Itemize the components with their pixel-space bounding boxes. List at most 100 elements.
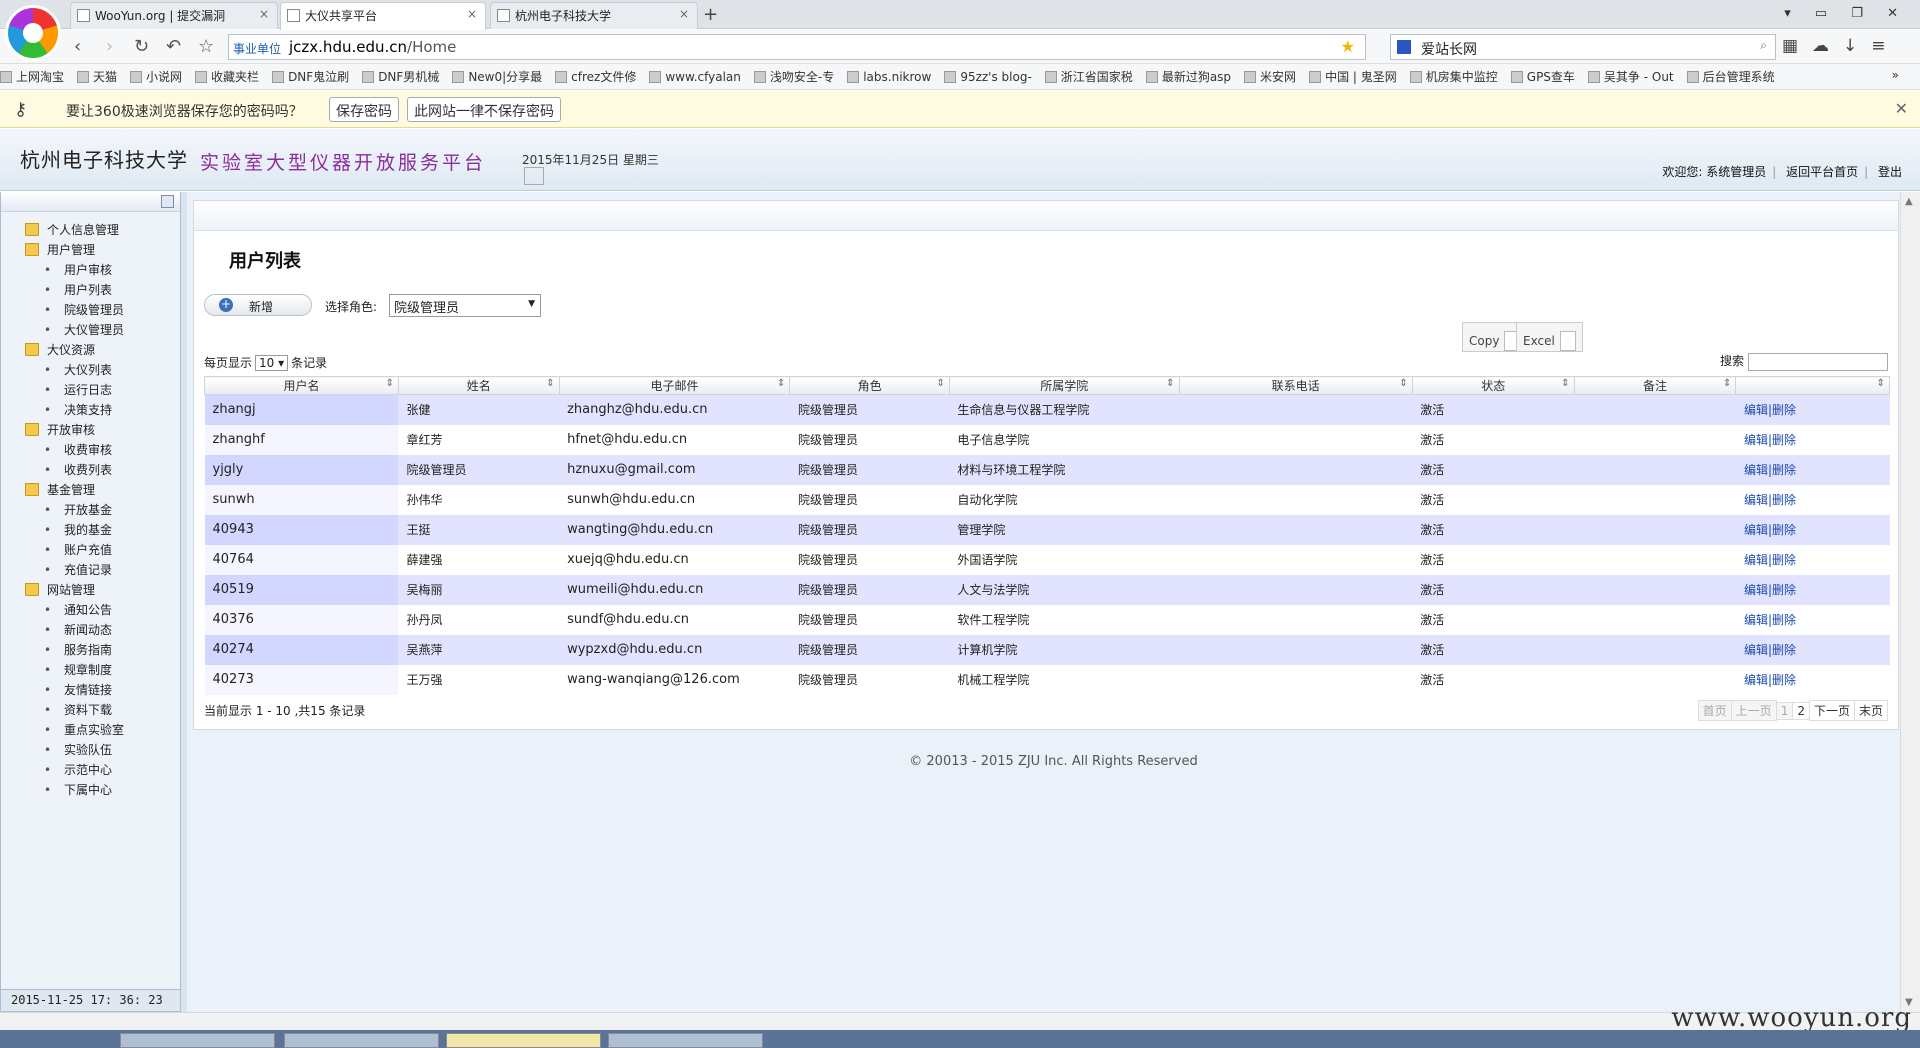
tab-wooyun[interactable]: WooYun.org | 提交漏洞 × bbox=[70, 2, 278, 29]
sidebar-item[interactable]: 开放基金 bbox=[1, 500, 180, 520]
role-select[interactable]: 院级管理员 ▼ bbox=[389, 294, 541, 317]
sidebar-item[interactable]: 用户列表 bbox=[1, 280, 180, 300]
bookmark-star-icon[interactable]: ★ bbox=[1341, 37, 1355, 56]
toolbar-icons[interactable]: ▦☁↓≡ bbox=[1782, 36, 1900, 56]
bookmark-item[interactable]: cfrez文件修 bbox=[555, 68, 636, 85]
row-actions[interactable]: 编辑|删除 bbox=[1735, 424, 1890, 455]
new-tab-button[interactable]: + bbox=[703, 4, 718, 25]
column-header[interactable]: 状态 bbox=[1411, 376, 1575, 395]
bookmark-item[interactable]: www.cfyalan bbox=[649, 70, 741, 84]
taskbar-item[interactable] bbox=[120, 1033, 275, 1048]
url-input[interactable]: 事业单位 jczx.hdu.edu.cn/Home ★ bbox=[228, 34, 1366, 60]
pager-button[interactable]: 首页 bbox=[1697, 700, 1732, 721]
add-button[interactable]: + 新增 bbox=[204, 294, 312, 316]
logout-link[interactable]: 登出 bbox=[1878, 165, 1902, 179]
browser-logo-icon[interactable] bbox=[8, 8, 58, 58]
sidebar-group[interactable]: 大仪资源 bbox=[1, 340, 180, 360]
sidebar-item[interactable]: 示范中心 bbox=[1, 760, 180, 780]
horizontal-scrollbar[interactable] bbox=[0, 1012, 1920, 1030]
row-actions[interactable]: 编辑|删除 bbox=[1735, 484, 1890, 515]
vertical-scrollbar[interactable]: ▲ ▼ bbox=[1900, 192, 1920, 1012]
bookmark-item[interactable]: 中国 | 鬼圣网 bbox=[1309, 68, 1397, 85]
row-actions[interactable]: 编辑|删除 bbox=[1735, 394, 1890, 425]
bookmark-item[interactable]: 后台管理系统 bbox=[1686, 68, 1775, 85]
bookmark-item[interactable]: 95zz's blog- bbox=[944, 70, 1032, 84]
bookmark-item[interactable]: 最新过狗asp bbox=[1145, 68, 1231, 85]
sidebar-item[interactable]: 运行日志 bbox=[1, 380, 180, 400]
bookmark-item[interactable]: 收藏夹栏 bbox=[195, 68, 259, 85]
column-header[interactable]: 角色 bbox=[789, 376, 950, 395]
column-header[interactable]: 用户名 bbox=[204, 376, 399, 395]
favorite-icon[interactable]: ☆ bbox=[198, 36, 214, 57]
sidebar-item[interactable]: 新闻动态 bbox=[1, 620, 180, 640]
sidebar-item[interactable]: 下属中心 bbox=[1, 780, 180, 800]
bookmark-item[interactable]: 吴其争 - Out bbox=[1587, 68, 1674, 85]
sidebar-item[interactable]: 通知公告 bbox=[1, 600, 180, 620]
bookmark-item[interactable]: labs.nikrow bbox=[847, 70, 931, 84]
column-header[interactable]: 所属学院 bbox=[948, 376, 1180, 395]
more-bookmarks-icon[interactable]: » bbox=[1892, 68, 1899, 82]
bookmark-item[interactable]: DNF男机械 bbox=[362, 68, 439, 85]
close-icon[interactable]: × bbox=[259, 7, 269, 21]
row-actions[interactable]: 编辑|删除 bbox=[1735, 514, 1890, 545]
reload-icon[interactable]: ↻ bbox=[134, 36, 149, 57]
search-input[interactable]: 爱站长网 ⌕ bbox=[1390, 34, 1776, 60]
sidebar-item[interactable]: 我的基金 bbox=[1, 520, 180, 540]
close-icon[interactable]: × bbox=[467, 7, 477, 21]
sidebar-item[interactable]: 决策支持 bbox=[1, 400, 180, 420]
pager-button[interactable]: 末页 bbox=[1853, 700, 1888, 721]
bookmark-item[interactable]: GPS查车 bbox=[1510, 68, 1575, 85]
bookmark-item[interactable]: 米安网 bbox=[1244, 68, 1296, 85]
column-header[interactable]: 联系电话 bbox=[1178, 376, 1413, 395]
sidebar-group[interactable]: 网站管理 bbox=[1, 580, 180, 600]
row-actions[interactable]: 编辑|删除 bbox=[1735, 664, 1890, 695]
sidebar-group[interactable]: 开放审核 bbox=[1, 420, 180, 440]
bookmark-item[interactable]: 浙江省国家税 bbox=[1044, 68, 1133, 85]
sidebar-item[interactable]: 服务指南 bbox=[1, 640, 180, 660]
collapse-icon[interactable] bbox=[161, 195, 174, 208]
table-search-input[interactable] bbox=[1748, 352, 1888, 371]
never-save-button[interactable]: 此网站一律不保存密码 bbox=[407, 97, 561, 122]
row-actions[interactable]: 编辑|删除 bbox=[1735, 574, 1890, 605]
search-icon[interactable]: ⌕ bbox=[1760, 38, 1767, 53]
taskbar-item[interactable] bbox=[446, 1033, 601, 1048]
tab-hdu[interactable]: 杭州电子科技大学 × bbox=[490, 2, 698, 29]
column-header[interactable]: 备注 bbox=[1573, 376, 1737, 395]
pager-button[interactable]: 1 bbox=[1775, 702, 1794, 720]
bookmark-item[interactable]: 小说网 bbox=[130, 68, 182, 85]
window-controls[interactable]: ▾ ▭ ❐ ✕ bbox=[1784, 6, 1908, 21]
row-actions[interactable]: 编辑|删除 bbox=[1735, 454, 1890, 485]
forward-icon[interactable]: › bbox=[106, 36, 113, 57]
bookmark-item[interactable]: 上网淘宝 bbox=[0, 68, 64, 85]
pager-button[interactable]: 下一页 bbox=[1808, 700, 1855, 721]
sidebar-item[interactable]: 收费审核 bbox=[1, 440, 180, 460]
taskbar-item[interactable] bbox=[284, 1033, 439, 1048]
sidebar-item[interactable]: 账户充值 bbox=[1, 540, 180, 560]
pager-button[interactable]: 2 bbox=[1792, 702, 1810, 720]
bookmark-item[interactable]: DNF鬼泣刷 bbox=[272, 68, 349, 85]
close-icon[interactable]: ✕ bbox=[1895, 99, 1908, 118]
sidebar-item[interactable]: 大仪列表 bbox=[1, 360, 180, 380]
sidebar-item[interactable]: 规章制度 bbox=[1, 660, 180, 680]
row-actions[interactable]: 编辑|删除 bbox=[1735, 544, 1890, 575]
close-icon[interactable]: × bbox=[679, 7, 689, 21]
sidebar-item[interactable]: 实验队伍 bbox=[1, 740, 180, 760]
sidebar-item[interactable]: 大仪管理员 bbox=[1, 320, 180, 340]
bookmark-item[interactable]: 浅吻安全-专 bbox=[753, 68, 834, 85]
taskbar-item[interactable] bbox=[608, 1033, 763, 1048]
sidebar-item[interactable]: 资料下载 bbox=[1, 700, 180, 720]
bookmark-item[interactable]: New0|分享最 bbox=[452, 68, 542, 85]
save-password-button[interactable]: 保存密码 bbox=[329, 97, 399, 122]
column-header[interactable]: 电子邮件 bbox=[558, 376, 791, 395]
sidebar-item[interactable]: 院级管理员 bbox=[1, 300, 180, 320]
sidebar-item[interactable]: 用户审核 bbox=[1, 260, 180, 280]
sidebar-group[interactable]: 基金管理 bbox=[1, 480, 180, 500]
sidebar-item[interactable]: 友情链接 bbox=[1, 680, 180, 700]
column-header[interactable]: 姓名 bbox=[397, 376, 560, 395]
tab-active[interactable]: 大仪共享平台 × bbox=[280, 2, 486, 30]
bookmark-item[interactable]: 机房集中监控 bbox=[1409, 68, 1498, 85]
excel-button[interactable]: Excel bbox=[1516, 322, 1583, 352]
pager-button[interactable]: 上一页 bbox=[1730, 700, 1777, 721]
row-actions[interactable]: 编辑|删除 bbox=[1735, 604, 1890, 635]
back-icon[interactable]: ‹ bbox=[74, 36, 81, 57]
